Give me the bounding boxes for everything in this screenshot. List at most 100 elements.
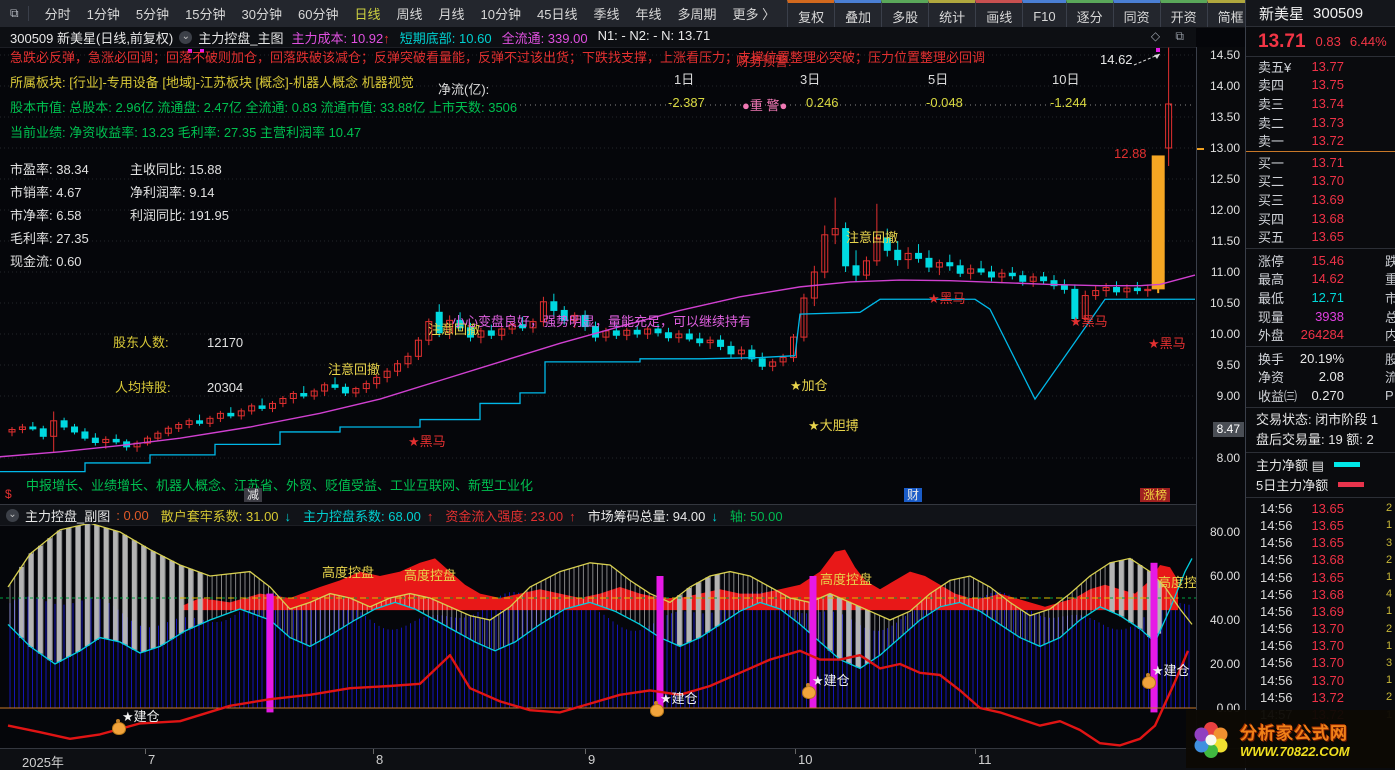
period-tab-9[interactable]: 10分钟 xyxy=(473,4,529,23)
sub-param-0: 散户套牢系数: 31.00 ↓ xyxy=(160,508,292,524)
money-bag-icon-3 xyxy=(1142,673,1156,689)
period-tab-12[interactable]: 年线 xyxy=(627,4,669,23)
period-tab-10[interactable]: 45日线 xyxy=(529,4,585,23)
chart-annotation-34: ★黑马 xyxy=(1148,336,1186,351)
price-axis-label: 9.50 xyxy=(1216,358,1240,372)
toolbar-button-画线[interactable]: 画线 xyxy=(975,0,1023,27)
divider xyxy=(1246,451,1395,453)
tick-row-0: 14:56 13.65 2 xyxy=(1260,500,1393,516)
period-tab-1[interactable]: 1分钟 xyxy=(79,4,128,23)
ask-row[interactable]: 卖四 13.75 xyxy=(1246,76,1395,95)
sub-axis-label: 60.00 xyxy=(1209,569,1240,583)
chart-annotation-5: 净流(亿): xyxy=(438,82,490,97)
time-axis-year: 2025年 xyxy=(22,755,64,770)
sub-indicator-name: 主力控盘_副图 xyxy=(25,508,111,524)
chart-annotation-16: 市销率: 4.67 xyxy=(10,185,82,200)
chart-annotation-8: 5日 xyxy=(928,72,949,87)
period-tab-11[interactable]: 季线 xyxy=(585,4,627,23)
toolbar-button-多股[interactable]: 多股 xyxy=(881,0,929,27)
bid-row[interactable]: 买一 13.71 xyxy=(1246,153,1395,172)
status-line-1: 盘后交易量: 19 额: 2 xyxy=(1256,431,1374,447)
sub-indicator-chart[interactable]: 高度控盘 高度控盘 高度控盘 高度控盘 ★建仓 ★建仓 ★建仓 ★建仓 xyxy=(0,524,1210,748)
window-icon[interactable]: ⧉ xyxy=(10,6,29,21)
bid-row[interactable]: 买二 13.70 xyxy=(1246,172,1395,191)
period-tab-14[interactable]: 更多 〉 xyxy=(725,4,784,23)
bid-row[interactable]: 买三 13.69 xyxy=(1246,190,1395,209)
period-tab-6[interactable]: 日线 xyxy=(346,4,388,23)
month-tick xyxy=(373,749,374,754)
ask-row[interactable]: 卖三 13.74 xyxy=(1246,94,1395,113)
chart-annotation-15: 市盈率: 38.34 xyxy=(10,162,89,177)
stat-row: 涨停15.46跌 xyxy=(1258,252,1395,269)
month-tick xyxy=(585,749,586,754)
toolbar-button-同资[interactable]: 同资 xyxy=(1112,0,1160,27)
month-label-9: 9 xyxy=(588,752,596,767)
chart-annotation-7: 3日 xyxy=(800,72,821,87)
toolbar-button-统计[interactable]: 统计 xyxy=(928,0,976,27)
stat-row: 收益㈢ 0.270 P xyxy=(1258,387,1394,404)
period-tab-5[interactable]: 60分钟 xyxy=(290,4,346,23)
legend-row-0: 主力净额 ▤ xyxy=(1246,455,1395,475)
divider xyxy=(1246,345,1395,347)
chart-annotation-22: 利润同比: 191.95 xyxy=(130,208,229,223)
toolbar-button-复权[interactable]: 复权 xyxy=(787,0,835,27)
watermark-site-name: 分析家公式网 xyxy=(1240,724,1348,743)
tick-row-5: 14:56 13.68 4 xyxy=(1260,586,1393,602)
infobar-field-1: 短期底部: 10.60 xyxy=(399,30,492,46)
toolbar-button-逐分[interactable]: 逐分 xyxy=(1065,0,1113,27)
tick-row-7: 14:56 13.70 2 xyxy=(1260,621,1393,637)
period-tab-3[interactable]: 15分钟 xyxy=(177,4,233,23)
month-tick xyxy=(145,749,146,754)
chart-bottom-tag-3: 涨榜 xyxy=(1140,488,1171,502)
bid-row[interactable]: 买四 13.68 xyxy=(1246,209,1395,228)
buy-signal-label-2: ★建仓 xyxy=(812,673,850,688)
toolbar-button-开资[interactable]: 开资 xyxy=(1159,0,1207,27)
toolbar-button-F10[interactable]: F10 xyxy=(1022,0,1066,27)
chart-annotation-4: 财务预警: xyxy=(736,54,792,69)
period-tab-2[interactable]: 5分钟 xyxy=(128,4,177,23)
price-axis-label: 11.00 xyxy=(1210,265,1240,279)
price-axis-label: 10.00 xyxy=(1209,327,1240,341)
tick-row-8: 14:56 13.70 1 xyxy=(1260,638,1393,654)
period-tab-0[interactable]: 分时 xyxy=(37,4,79,23)
indicator-dropdown-icon[interactable]: ⌄ xyxy=(179,30,193,44)
sub-axis-label: 40.00 xyxy=(1209,613,1240,627)
stat-row: 最高14.62重 xyxy=(1258,271,1395,288)
period-tab-4[interactable]: 30分钟 xyxy=(234,4,290,23)
tick-row-9: 14:56 13.70 3 xyxy=(1260,655,1393,671)
money-bag-icon-2 xyxy=(802,683,816,699)
chart-corner-icons[interactable]: ◇ ⧉ xyxy=(1151,29,1190,44)
month-label-10: 10 xyxy=(798,752,813,767)
top-toolbar: ⧉ 分时 1分钟 5分钟 15分钟 30分钟 60分钟 日线 周线 月线 10分钟 45日线 季线 年线… xyxy=(0,0,1395,28)
sub-indicator-dropdown-icon[interactable]: ⌄ xyxy=(6,508,19,522)
toolbar-button-叠加[interactable]: 叠加 xyxy=(834,0,882,27)
chart-annotation-30: 注意回撤 xyxy=(846,230,899,245)
bid-row[interactable]: 买五 13.65 xyxy=(1246,227,1395,246)
period-tab-7[interactable]: 周线 xyxy=(388,4,430,23)
period-tab-8[interactable]: 月线 xyxy=(431,4,473,23)
buy-signal-label-0: ★建仓 xyxy=(122,709,160,724)
app-window: ⧉ 分时 1分钟 5分钟 15分钟 30分钟 60分钟 日线 周线 月线 10分钟 45日线 季线 年线… xyxy=(0,0,1395,770)
flower-logo-icon xyxy=(1194,722,1228,758)
sub-param-1: 主力控盘系数: 68.00 ↑ xyxy=(303,508,434,524)
chart-annotation-38: 14.62 xyxy=(1100,52,1133,67)
main-candlestick-chart[interactable]: 急跌必反弹，急涨必回调；回落不破则加仓，回落跌破该减仓；反弹突破看量能，反弹不过… xyxy=(0,47,1196,502)
chart-title: 300509 新美星(日线,前复权) xyxy=(10,30,174,46)
quote-panel: 新美星 300509 13.71 0.83 6.44% 卖五¥ 13.77 卖四 13… xyxy=(1245,0,1395,770)
tick-row-6: 14:56 13.69 1 xyxy=(1260,603,1393,619)
chart-annotation-31: ★黑马 xyxy=(408,434,446,449)
tick-row-4: 14:56 13.65 1 xyxy=(1260,569,1393,585)
chart-annotation-13: -1.244 xyxy=(1050,95,1087,110)
sub-annotation-1: 高度控盘 xyxy=(404,568,457,583)
ask-row[interactable]: 卖五¥ 13.77 xyxy=(1246,57,1395,76)
last-price: 13.71 xyxy=(1258,30,1306,52)
ask-row[interactable]: 卖一 13.72 xyxy=(1246,131,1395,150)
time-axis[interactable]: 2025年 7 8 9 10 11 xyxy=(0,748,1245,770)
chart-annotation-19: 现金流: 0.60 xyxy=(10,254,82,269)
period-tab-13[interactable]: 多周期 xyxy=(669,4,724,23)
ask-row[interactable]: 卖二 13.73 xyxy=(1246,113,1395,132)
tick-row-1: 14:56 13.65 1 xyxy=(1260,517,1393,533)
price-change: 0.83 xyxy=(1315,34,1341,49)
price-axis-cost-tick xyxy=(1197,148,1204,150)
sub-axis-label: 20.00 xyxy=(1209,657,1240,671)
